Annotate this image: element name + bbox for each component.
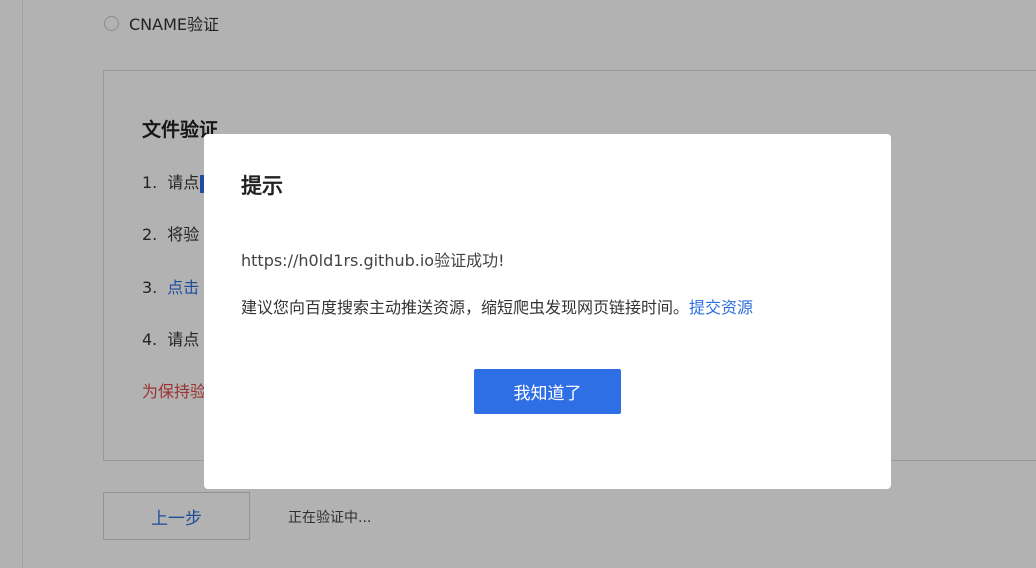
suggestion-message: 建议您向百度搜索主动推送资源，缩短爬虫发现网页链接时间。提交资源 [241,294,753,318]
page: CNAME验证 文件验证 1. 请点 2. 将验 3. 点击 4. 请点 为保持验 上一… [0,0,1036,568]
dialog-title: 提示 [241,174,283,198]
acknowledge-button[interactable]: 我知道了 [474,369,621,414]
suggestion-text: 建议您向百度搜索主动推送资源，缩短爬虫发现网页链接时间。 [241,298,690,317]
success-message: https://h0ld1rs.github.io验证成功! [241,251,505,270]
submit-resource-link[interactable]: 提交资源 [689,298,753,317]
notice-dialog: 提示 https://h0ld1rs.github.io验证成功! 建议您向百度… [204,134,891,489]
